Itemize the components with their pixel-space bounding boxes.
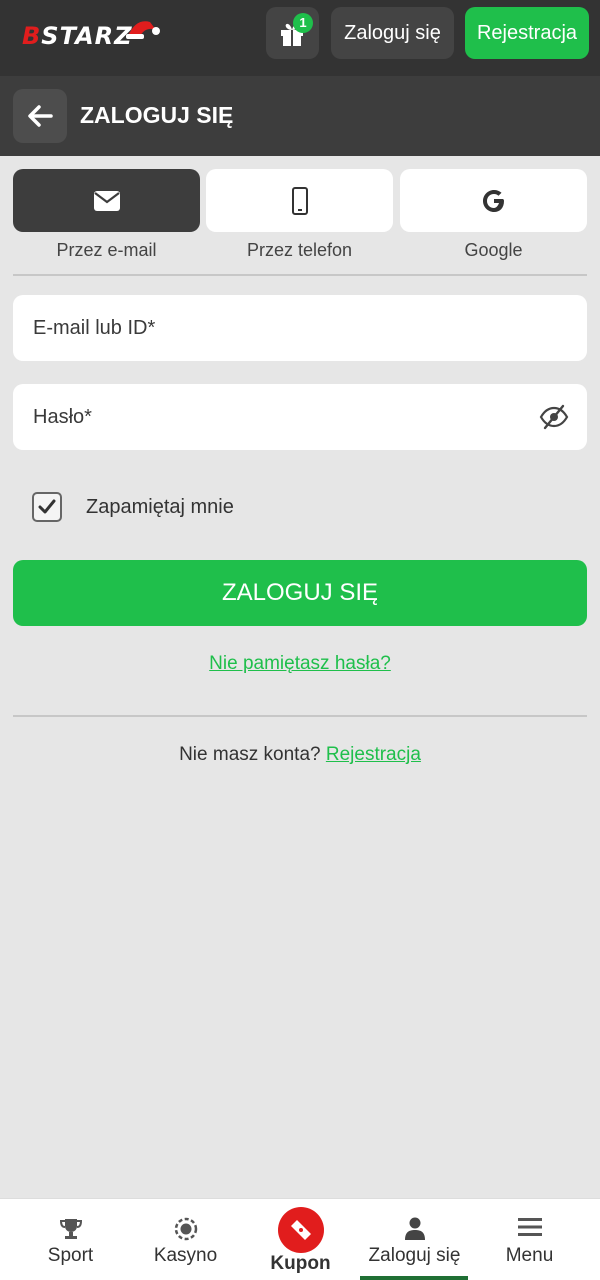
logo[interactable]: BSTARZ [22,16,162,56]
menu-icon [517,1218,542,1236]
santa-hat-icon [126,21,160,39]
top-header: BSTARZ 1 Zaloguj się Rejestracja [0,0,600,76]
nav-menu-label: Menu [505,1245,554,1266]
trophy-icon [59,1219,82,1239]
google-icon [482,189,504,212]
nav-sport-label: Sport [47,1245,94,1266]
arrow-left-icon [28,105,53,127]
bottom-nav: Sport Kasyno Kupon Zaloguj się Menu [0,1198,600,1280]
register-prompt: Nie masz konta? Rejestracja [0,744,600,766]
nav-login[interactable]: Zaloguj się [357,1199,472,1280]
nav-sport[interactable]: Sport [13,1199,128,1280]
ticket-icon [290,1220,311,1240]
logo-text: BSTARZ [22,22,133,50]
kupon-badge [277,1207,324,1253]
remember-checkbox[interactable] [32,492,62,522]
register-link[interactable]: Rejestracja [326,744,421,765]
gift-count-badge: 1 [293,13,313,33]
envelope-icon [93,190,120,211]
divider [13,274,587,276]
email-input[interactable] [33,295,533,361]
back-button[interactable] [13,89,67,143]
no-account-text: Nie masz konta? [179,744,321,765]
tab-google[interactable] [400,169,587,232]
login-submit-button[interactable]: ZALOGUJ SIĘ [13,560,587,626]
header-register-button[interactable]: Rejestracja [465,7,589,59]
check-icon [38,499,56,514]
gift-button[interactable] [266,7,319,59]
nav-casino[interactable]: Kasyno [128,1199,243,1280]
header-login-button[interactable]: Zaloguj się [331,7,454,59]
nav-login-label: Zaloguj się [368,1245,461,1266]
forgot-password-row: Nie pamiętasz hasła? [0,653,600,675]
nav-active-indicator [360,1276,468,1280]
phone-icon [291,186,308,215]
password-field-container [13,384,587,450]
remember-label[interactable]: Zapamiętaj mnie [86,496,234,519]
casino-chip-icon [174,1217,197,1241]
eye-slash-icon[interactable] [539,404,569,430]
password-input[interactable] [33,384,533,450]
tab-phone[interactable] [206,169,393,232]
tab-google-label: Google [464,240,523,260]
forgot-password-link[interactable]: Nie pamiętasz hasła? [209,653,391,674]
page-titlebar: ZALOGUJ SIĘ [0,76,600,156]
email-field-container [13,295,587,361]
page-title: ZALOGUJ SIĘ [80,102,234,128]
nav-kupon[interactable]: Kupon [243,1199,358,1280]
user-icon [404,1217,425,1240]
divider [13,715,587,717]
nav-casino-label: Kasyno [153,1245,218,1266]
nav-kupon-label: Kupon [270,1253,331,1274]
tab-phone-label: Przez telefon [246,240,353,260]
nav-menu[interactable]: Menu [472,1199,587,1280]
tab-email-label: Przez e-mail [56,240,157,260]
tab-email[interactable] [13,169,200,232]
